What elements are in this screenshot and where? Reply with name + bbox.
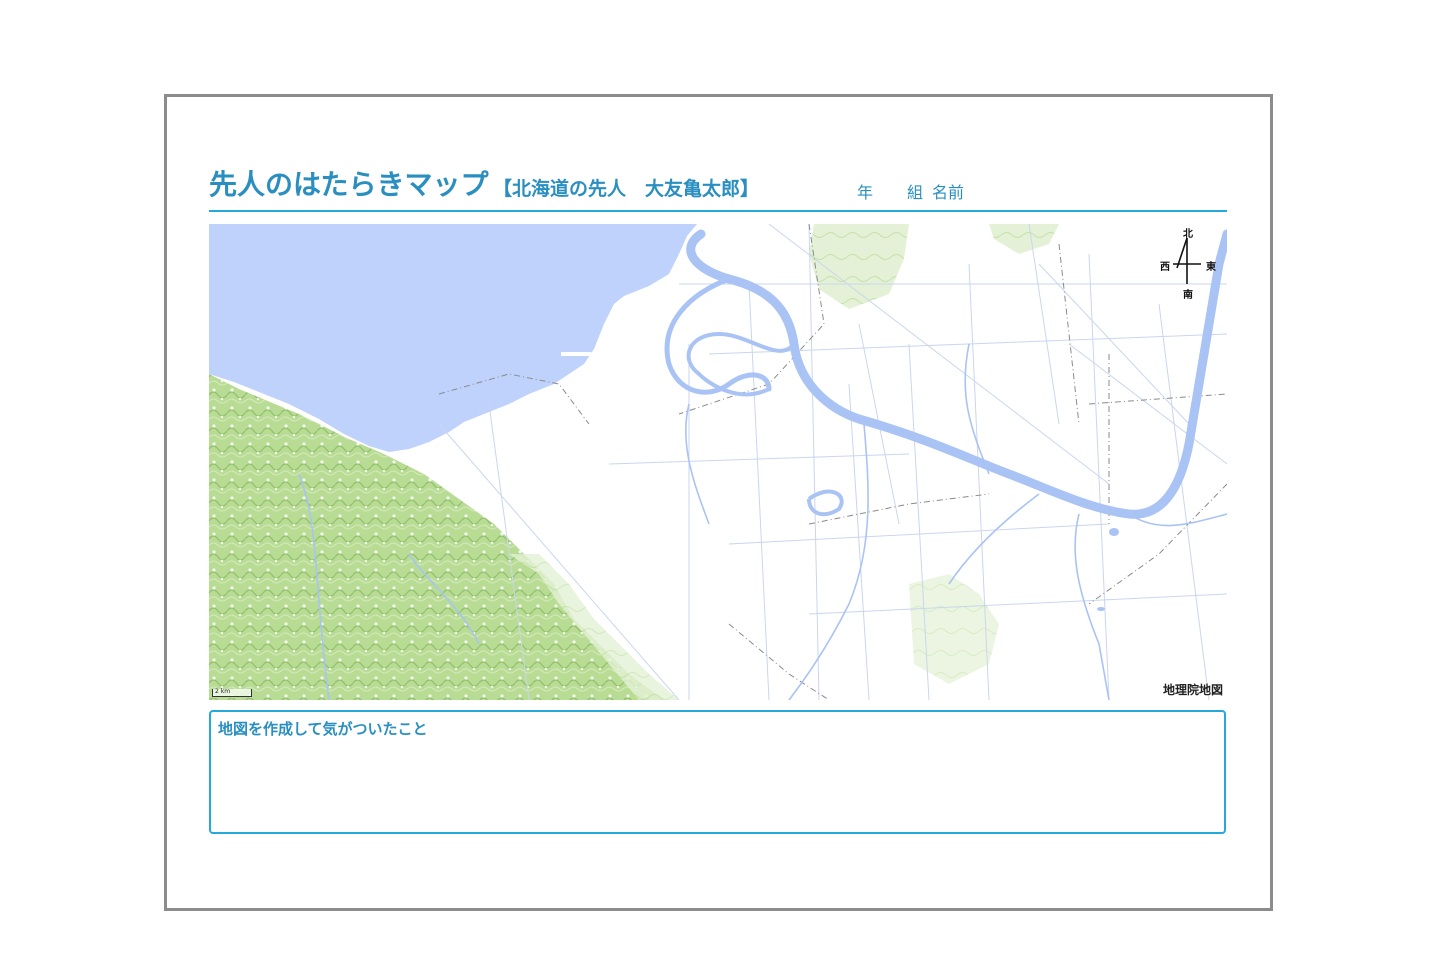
worksheet-title: 先人のはたらきマップ: [209, 168, 489, 201]
notes-box[interactable]: 地図を作成して気がついたこと: [209, 710, 1226, 834]
grade-label: 年: [857, 183, 874, 202]
compass-east: 東: [1206, 262, 1216, 273]
notes-label: 地図を作成して気がついたこと: [218, 720, 428, 738]
topographic-map[interactable]: 北 南 西 東 2 km 地理院地図: [209, 224, 1227, 700]
compass-north: 北: [1183, 229, 1193, 240]
worksheet: 先人のはたらきマップ 【北海道の先人 大友亀太郎】 年 組 名前 北 南 西 東…: [164, 94, 1273, 911]
map-attribution: 地理院地図: [1162, 683, 1223, 697]
map-canvas: [209, 224, 1227, 700]
scale-bar: 2 km: [212, 689, 252, 697]
compass-west: 西: [1160, 262, 1170, 273]
title-underline: [209, 210, 1227, 212]
worksheet-subtitle: 【北海道の先人 大友亀太郎】: [493, 178, 760, 200]
compass-south: 南: [1183, 290, 1193, 301]
name-label: 名前: [932, 183, 965, 202]
class-label: 組: [907, 183, 924, 202]
